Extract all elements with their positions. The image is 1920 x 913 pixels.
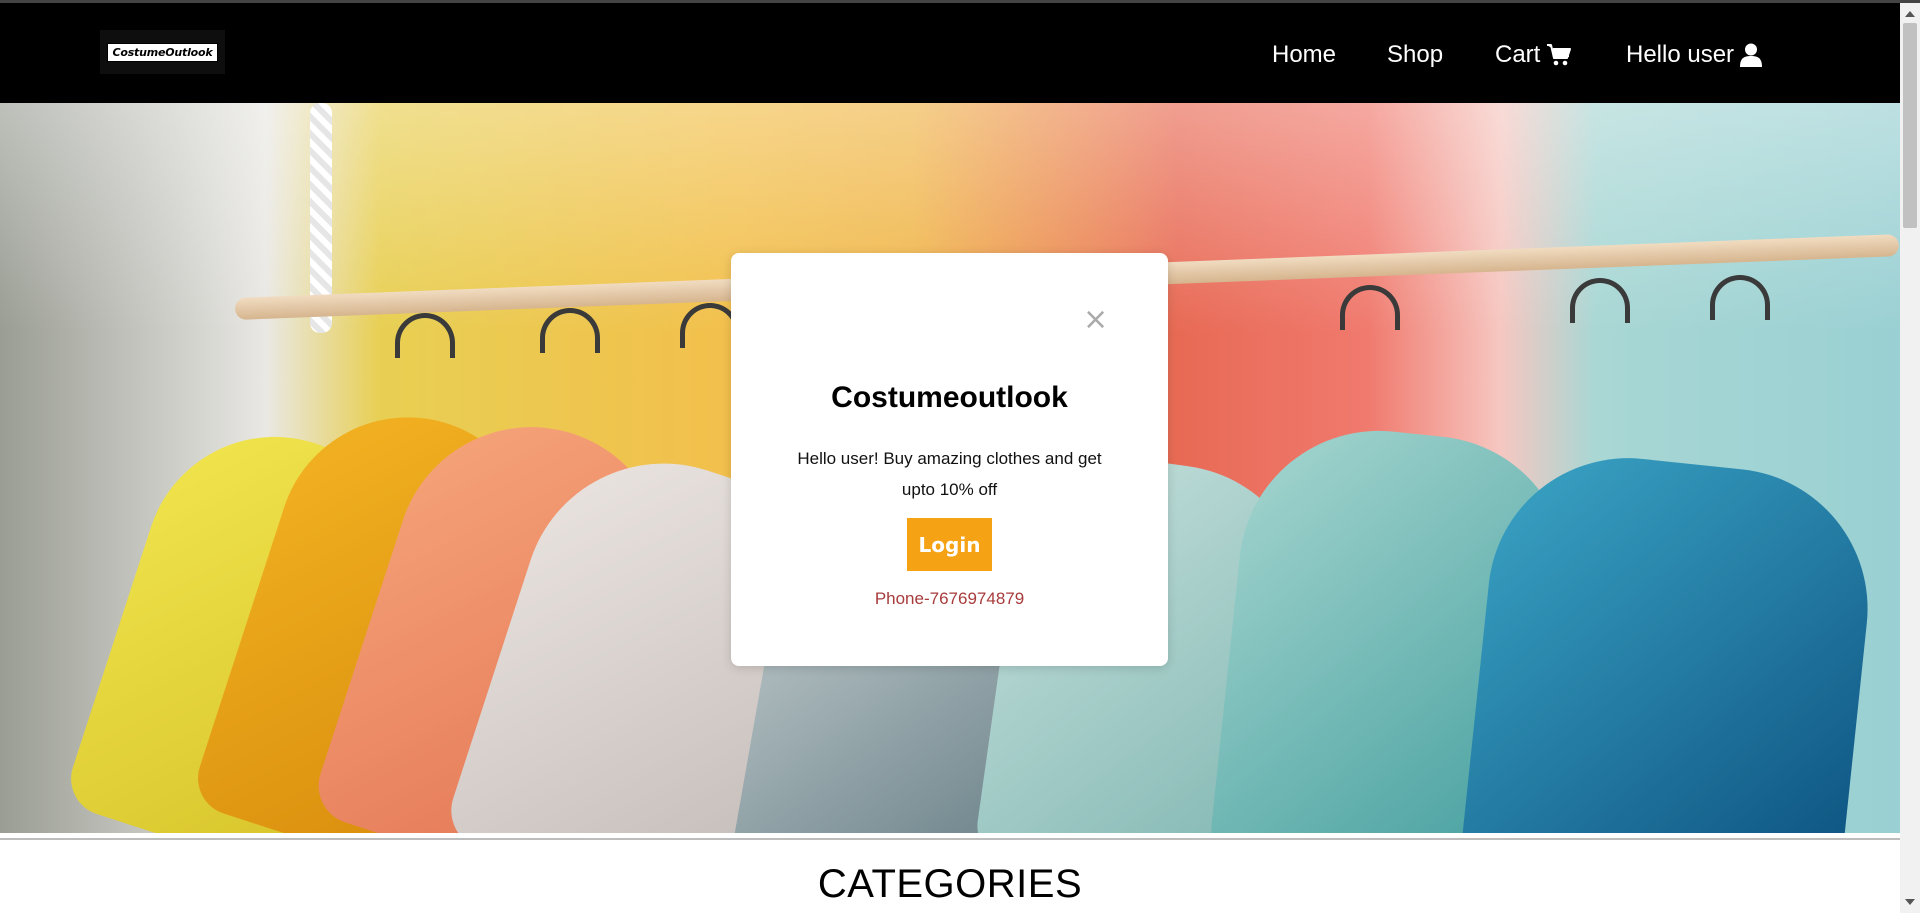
page-scrollbar[interactable] [1900, 3, 1920, 913]
modal-title: Costumeoutlook [831, 381, 1068, 414]
close-icon[interactable]: × [1083, 305, 1108, 335]
nav-link-user-label: Hello user [1626, 41, 1735, 68]
modal-message: Hello user! Buy amazing clothes and get … [797, 449, 1102, 499]
nav-link-cart-label: Cart [1495, 41, 1541, 68]
nav-link-shop-label: Shop [1387, 41, 1444, 68]
logo-text: CostumeOutlook [107, 42, 218, 62]
navbar: CostumeOutlook Home Shop Cart Hello user [0, 3, 1900, 103]
nav-link-user[interactable]: Hello user [1626, 38, 1763, 72]
login-button[interactable]: Login [907, 518, 992, 571]
categories-heading: CATEGORIES [817, 862, 1083, 906]
scroll-up-arrow-icon[interactable] [1905, 11, 1915, 17]
site-logo[interactable]: CostumeOutlook [100, 30, 225, 74]
nav-link-shop[interactable]: Shop [1387, 38, 1443, 72]
phone-number: Phone-7676974879 [874, 589, 1025, 608]
scroll-down-arrow-icon[interactable] [1905, 899, 1915, 905]
section-divider [0, 838, 1900, 840]
nav-link-home-label: Home [1272, 41, 1337, 68]
cart-icon [1546, 43, 1572, 67]
nav-link-cart[interactable]: Cart [1495, 38, 1572, 72]
promo-modal: × Costumeoutlook Hello user! Buy amazing… [731, 253, 1168, 666]
scrollbar-thumb[interactable] [1903, 23, 1917, 228]
user-icon [1740, 43, 1763, 67]
nav-link-home[interactable]: Home [1272, 38, 1336, 72]
